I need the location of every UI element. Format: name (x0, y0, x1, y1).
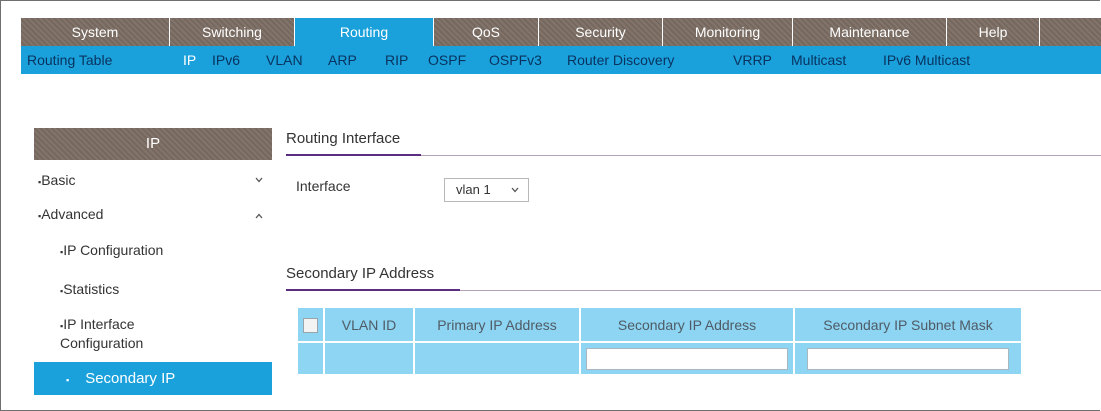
interface-label: Interface (296, 178, 351, 194)
interface-select-value: vlan 1 (456, 182, 491, 197)
subnav-router-discovery[interactable]: Router Discovery (567, 46, 674, 74)
tab-routing[interactable]: Routing (295, 18, 434, 46)
subnav-arp[interactable]: ARP (328, 46, 357, 74)
table-cell-primary-ip (414, 341, 581, 374)
subnav-ipv6-multicast[interactable]: IPv6 Multicast (883, 46, 970, 74)
sidebar-item-label: IP Interface Configuration (60, 316, 144, 351)
column-header-primary-ip: Primary IP Address (414, 308, 581, 342)
sidebar-item-label: Advanced (41, 206, 104, 222)
tab-monitoring[interactable]: Monitoring (663, 18, 793, 46)
chevron-down-icon[interactable] (255, 174, 263, 186)
section-underline (286, 154, 421, 156)
sidebar-item-ip-configuration[interactable]: ▪IP Configuration (60, 242, 163, 261)
column-header-secondary-ip: Secondary IP Address (580, 308, 795, 342)
subnav-routing-table[interactable]: Routing Table (27, 46, 112, 74)
subnav-vlan[interactable]: VLAN (266, 46, 303, 74)
table-header-row: VLAN ID Primary IP Address Secondary IP … (298, 308, 1023, 342)
select-all-checkbox[interactable] (303, 317, 318, 333)
sidebar-item-secondary-ip[interactable]: ▪ Secondary IP (34, 362, 272, 395)
sidebar-item-label: ▪ Secondary IP (34, 370, 175, 387)
table-cell-secondary-ip (580, 341, 795, 374)
table-cell-checkbox (298, 341, 325, 374)
column-header-vlan-id: VLAN ID (324, 308, 415, 342)
sidebar-item-text: Secondary IP (85, 370, 176, 387)
sidebar-item-label: Basic (41, 172, 76, 188)
secondary-ip-input[interactable] (586, 347, 788, 370)
bullet-icon: ▪ (66, 375, 70, 385)
subnav-multicast[interactable]: Multicast (791, 46, 846, 74)
subnav-ospfv3[interactable]: OSPFv3 (489, 46, 542, 74)
sidebar-item-label: Statistics (63, 281, 120, 297)
tab-maintenance[interactable]: Maintenance (793, 18, 947, 46)
section-underline (286, 289, 460, 291)
subnet-mask-input[interactable] (807, 347, 1009, 370)
sidebar-item-ip-interface-configuration[interactable]: ▪IP Interface Configuration (60, 316, 210, 352)
sidebar-item-basic[interactable]: ▪Basic (38, 172, 75, 191)
tab-switching[interactable]: Switching (170, 18, 295, 46)
subnav-vrrp[interactable]: VRRP (733, 46, 772, 74)
subnav-rip[interactable]: RIP (385, 46, 408, 74)
sub-nav: Routing Table IP IPv6 VLAN ARP RIP OSPF … (21, 46, 1101, 74)
subnav-ipv6[interactable]: IPv6 (212, 46, 240, 74)
column-header-subnet-mask: Secondary IP Subnet Mask (794, 308, 1023, 342)
subnav-ip[interactable]: IP (183, 46, 196, 74)
sidebar-item-advanced[interactable]: ▪Advanced (38, 206, 103, 225)
chevron-down-icon (511, 179, 519, 201)
top-nav: System Switching Routing QoS Security Mo… (21, 18, 1101, 46)
interface-select[interactable]: vlan 1 (444, 178, 529, 202)
sidebar-item-statistics[interactable]: ▪Statistics (60, 281, 119, 300)
section-title-routing-interface: Routing Interface (286, 130, 401, 147)
section-title-secondary-ip: Secondary IP Address (286, 265, 435, 282)
table-row (298, 341, 1023, 374)
subnav-ospf[interactable]: OSPF (428, 46, 466, 74)
secondary-ip-table: VLAN ID Primary IP Address Secondary IP … (298, 308, 1023, 374)
tab-help[interactable]: Help (947, 18, 1040, 46)
chevron-up-icon[interactable] (255, 210, 263, 222)
table-cell-subnet-mask (794, 341, 1023, 374)
sidebar-item-label: IP Configuration (63, 242, 164, 258)
select-all-cell (298, 308, 325, 342)
sidebar-title: IP (34, 128, 272, 160)
tab-qos[interactable]: QoS (434, 18, 539, 46)
tab-security[interactable]: Security (539, 18, 663, 46)
tab-system[interactable]: System (21, 18, 170, 46)
table-cell-vlan-id (324, 341, 415, 374)
